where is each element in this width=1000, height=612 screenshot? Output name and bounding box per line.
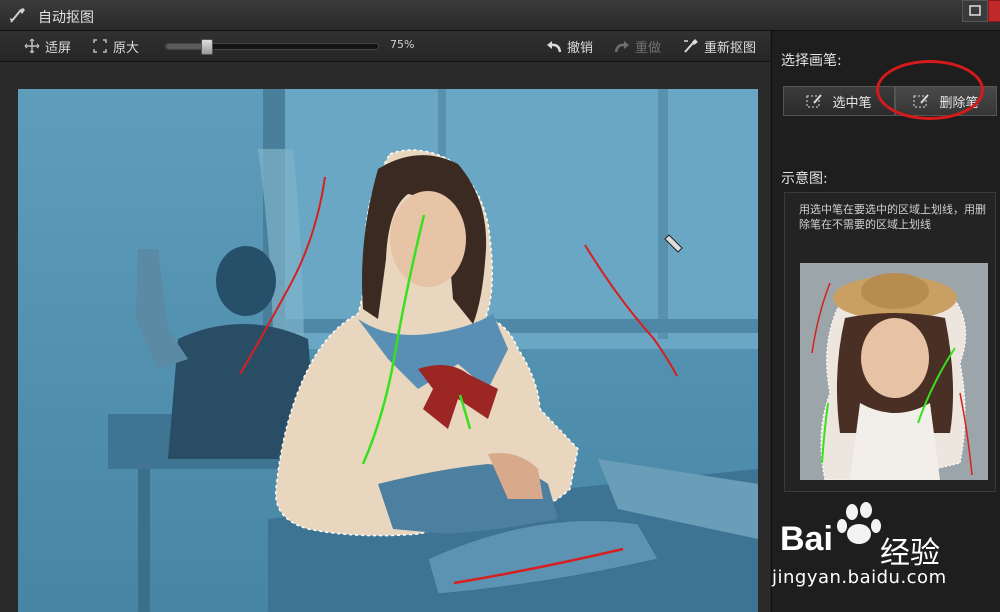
fit-screen-icon (24, 38, 40, 54)
recut-brush-icon (684, 39, 698, 53)
zoom-slider[interactable] (165, 39, 379, 55)
brush-icon (9, 8, 25, 23)
diagram-hint: 用选中笔在要选中的区域上划线，用删除笔在不需要的区域上划线 (799, 203, 986, 231)
highlight-annotation (876, 60, 984, 120)
fit-screen-label: 适屏 (45, 40, 72, 56)
maximize-button[interactable] (962, 0, 988, 22)
fit-screen-button[interactable]: 适屏 (24, 37, 72, 56)
original-size-button[interactable]: 原大 (92, 37, 140, 56)
select-pen-icon (806, 94, 823, 108)
window-title: 自动抠图 (38, 10, 94, 26)
redo-icon (614, 41, 629, 53)
undo-button[interactable]: 撤销 (546, 37, 594, 56)
original-size-icon (93, 39, 107, 53)
recut-button[interactable]: 重新抠图 (683, 37, 757, 56)
undo-label: 撤销 (567, 40, 594, 56)
select-pen-heading: 选择画笔: (781, 53, 842, 69)
toolbar: 适屏 原大 撤销 重做 重新抠图 (0, 31, 770, 62)
redo-label: 重做 (635, 40, 662, 56)
undo-icon (547, 41, 562, 53)
select-pen-label: 选中笔 (832, 95, 872, 111)
close-button[interactable] (988, 0, 1000, 22)
zoom-slider-thumb[interactable] (201, 39, 213, 55)
photo-canvas[interactable] (18, 89, 758, 612)
watermark-url: jingyan.baidu.com (772, 567, 947, 588)
watermark-logo-text: Bai (780, 520, 833, 558)
title-bar: 自动抠图 (0, 0, 1000, 31)
recut-label: 重新抠图 (704, 40, 757, 56)
original-size-label: 原大 (113, 40, 140, 56)
redo-button[interactable]: 重做 (614, 37, 662, 56)
zoom-slider-fill (166, 44, 206, 49)
maximize-icon (969, 5, 981, 16)
sample-image (800, 263, 988, 480)
zoom-percent: 75% (390, 38, 415, 51)
diagram-heading: 示意图: (781, 171, 828, 187)
watermark-logo-cn: 经验 (880, 536, 940, 571)
